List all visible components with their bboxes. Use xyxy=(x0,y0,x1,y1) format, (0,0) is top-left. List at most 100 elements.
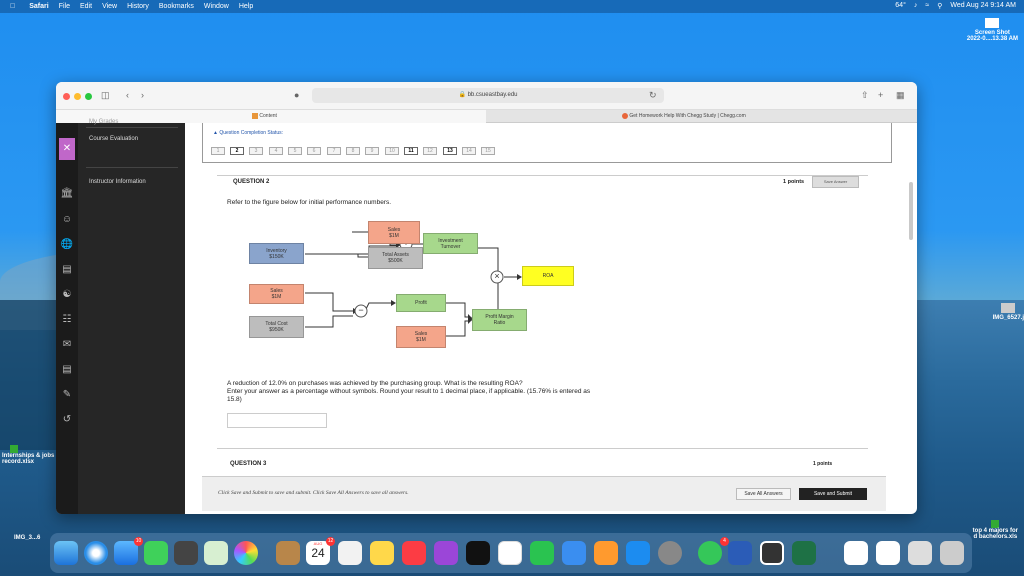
desktop-majors-file[interactable]: top 4 majors for d bachelors.xls xyxy=(973,520,1018,540)
question-nav-15[interactable]: 15 xyxy=(481,147,495,155)
photos-icon[interactable] xyxy=(234,541,258,565)
save-all-answers-button[interactable]: Save All Answers xyxy=(736,488,791,500)
save-and-submit-button[interactable]: Save and Submit xyxy=(799,488,867,500)
minimize-window-icon[interactable] xyxy=(74,93,81,100)
globe-icon[interactable]: 🌐 xyxy=(60,238,74,252)
volume-icon[interactable]: ♪ xyxy=(914,2,918,10)
tools-icon[interactable]: ✎ xyxy=(60,388,74,402)
messages-icon[interactable]: ✉ xyxy=(60,338,74,352)
footer-instructions: Click Save and Submit to save and submit… xyxy=(218,490,409,496)
reminders-icon[interactable] xyxy=(338,541,362,565)
numbers-icon[interactable] xyxy=(530,541,554,565)
question-nav-10[interactable]: 10 xyxy=(385,147,399,155)
tab-content[interactable]: Content xyxy=(56,110,486,123)
courses-icon[interactable]: ▤ xyxy=(60,263,74,277)
grades-icon[interactable]: ▤ xyxy=(60,363,74,377)
new-tab-icon[interactable]: + xyxy=(878,90,883,100)
question-nav-8[interactable]: 8 xyxy=(346,147,360,155)
question-nav-5[interactable]: 5 xyxy=(288,147,302,155)
menu-bookmarks[interactable]: Bookmarks xyxy=(159,3,194,10)
menu-view[interactable]: View xyxy=(102,3,117,10)
question-nav-9[interactable]: 9 xyxy=(365,147,379,155)
institution-icon[interactable]: 🏛 xyxy=(60,187,74,201)
sidebar-item-instructor-information[interactable]: Instructor Information xyxy=(89,179,146,185)
tab-overview-icon[interactable]: ▦ xyxy=(896,90,905,101)
trash-icon[interactable] xyxy=(940,541,964,565)
sales-box-top-value: $1M xyxy=(389,232,399,239)
sidebar-item-my-grades[interactable]: My Grades xyxy=(89,119,118,125)
search-icon[interactable]: ⚲ xyxy=(937,2,942,10)
contacts-icon[interactable] xyxy=(276,541,300,565)
tab-chegg[interactable]: Get Homework Help With Chegg Study | Che… xyxy=(486,110,917,123)
podcasts-icon[interactable] xyxy=(434,541,458,565)
finder-icon[interactable] xyxy=(54,541,78,565)
sidebar-toggle-icon[interactable]: ◫ xyxy=(101,90,110,101)
menu-history[interactable]: History xyxy=(127,3,149,10)
safari-icon[interactable] xyxy=(84,541,108,565)
close-sidebar-icon[interactable]: ✕ xyxy=(59,138,75,160)
screenshot-thumb-icon[interactable] xyxy=(760,541,784,565)
question-nav-11[interactable]: 11 xyxy=(404,147,418,155)
question-3-points: 1 points xyxy=(813,461,833,467)
signout-icon[interactable]: ↺ xyxy=(60,413,74,427)
question-nav-2[interactable]: 2 xyxy=(230,147,244,155)
music-icon[interactable] xyxy=(402,541,426,565)
scrollbar[interactable] xyxy=(909,182,913,240)
save-answer-button[interactable]: Save Answer xyxy=(812,176,859,188)
menu-edit[interactable]: Edit xyxy=(80,3,92,10)
keynote-icon[interactable] xyxy=(562,541,586,565)
reload-icon[interactable]: ↻ xyxy=(649,90,657,101)
question-nav-1[interactable]: 1 xyxy=(211,147,225,155)
zoom-window-icon[interactable] xyxy=(85,93,92,100)
document-icon-2[interactable] xyxy=(876,541,900,565)
desktop-internships-file[interactable]: Internships & jobs record.xlsx xyxy=(2,445,54,465)
menu-window[interactable]: Window xyxy=(204,3,229,10)
menu-help[interactable]: Help xyxy=(239,3,253,10)
sidebar-item-course-evaluation[interactable]: Course Evaluation xyxy=(89,136,138,142)
back-icon[interactable]: ‹ xyxy=(126,90,129,100)
datetime[interactable]: Wed Aug 24 9:14 AM xyxy=(950,2,1016,10)
sidebar-divider xyxy=(86,127,178,128)
minus-operator-icon: − xyxy=(358,305,364,315)
img-label: IMG_6527.j xyxy=(992,315,1024,321)
desktop-img-left[interactable]: IMG_3...6 xyxy=(14,535,40,541)
desktop-img-file[interactable]: IMG_6527.j xyxy=(993,303,1024,321)
question-nav-14[interactable]: 14 xyxy=(462,147,476,155)
question-nav-12[interactable]: 12 xyxy=(423,147,437,155)
roa-box: ROA xyxy=(522,266,574,286)
question-nav-6[interactable]: 6 xyxy=(307,147,321,155)
desktop-screenshot-file[interactable]: Screen Shot 2022-0....13.38 AM xyxy=(967,18,1018,42)
launchpad-icon[interactable] xyxy=(174,541,198,565)
calendar-icon[interactable]: ☷ xyxy=(60,313,74,327)
question-nav-3[interactable]: 3 xyxy=(249,147,263,155)
groups-icon[interactable]: ☯ xyxy=(60,288,74,302)
pages-icon[interactable] xyxy=(594,541,618,565)
maps-icon[interactable] xyxy=(204,541,228,565)
menu-file[interactable]: File xyxy=(59,3,70,10)
apple-icon[interactable]:  xyxy=(10,3,15,10)
share-icon[interactable]: ⇧ xyxy=(861,90,869,101)
menu-app-name[interactable]: Safari xyxy=(29,3,48,10)
question-nav-13[interactable]: 13 xyxy=(443,147,457,155)
downloads-icon[interactable] xyxy=(908,541,932,565)
news-icon[interactable] xyxy=(498,541,522,565)
weather-temp[interactable]: 64° xyxy=(895,2,906,10)
app-store-icon[interactable] xyxy=(626,541,650,565)
profile-icon[interactable]: ☺ xyxy=(60,213,74,227)
privacy-shield-icon[interactable]: ● xyxy=(294,90,299,100)
address-bar[interactable]: 🔒 bb.csueastbay.edu xyxy=(312,88,664,103)
document-icon[interactable] xyxy=(844,541,868,565)
close-window-icon[interactable] xyxy=(63,93,70,100)
messages-icon[interactable] xyxy=(698,541,722,565)
answer-input[interactable] xyxy=(227,413,327,428)
facetime-icon[interactable] xyxy=(144,541,168,565)
wifi-icon[interactable]: ≈ xyxy=(925,2,929,10)
notes-icon[interactable] xyxy=(370,541,394,565)
question-nav-4[interactable]: 4 xyxy=(269,147,283,155)
excel-dock-icon[interactable] xyxy=(792,541,816,565)
question-nav-7[interactable]: 7 xyxy=(327,147,341,155)
forward-icon[interactable]: › xyxy=(141,90,144,100)
tv-icon[interactable] xyxy=(466,541,490,565)
system-preferences-icon[interactable] xyxy=(658,541,682,565)
word-icon[interactable] xyxy=(728,541,752,565)
